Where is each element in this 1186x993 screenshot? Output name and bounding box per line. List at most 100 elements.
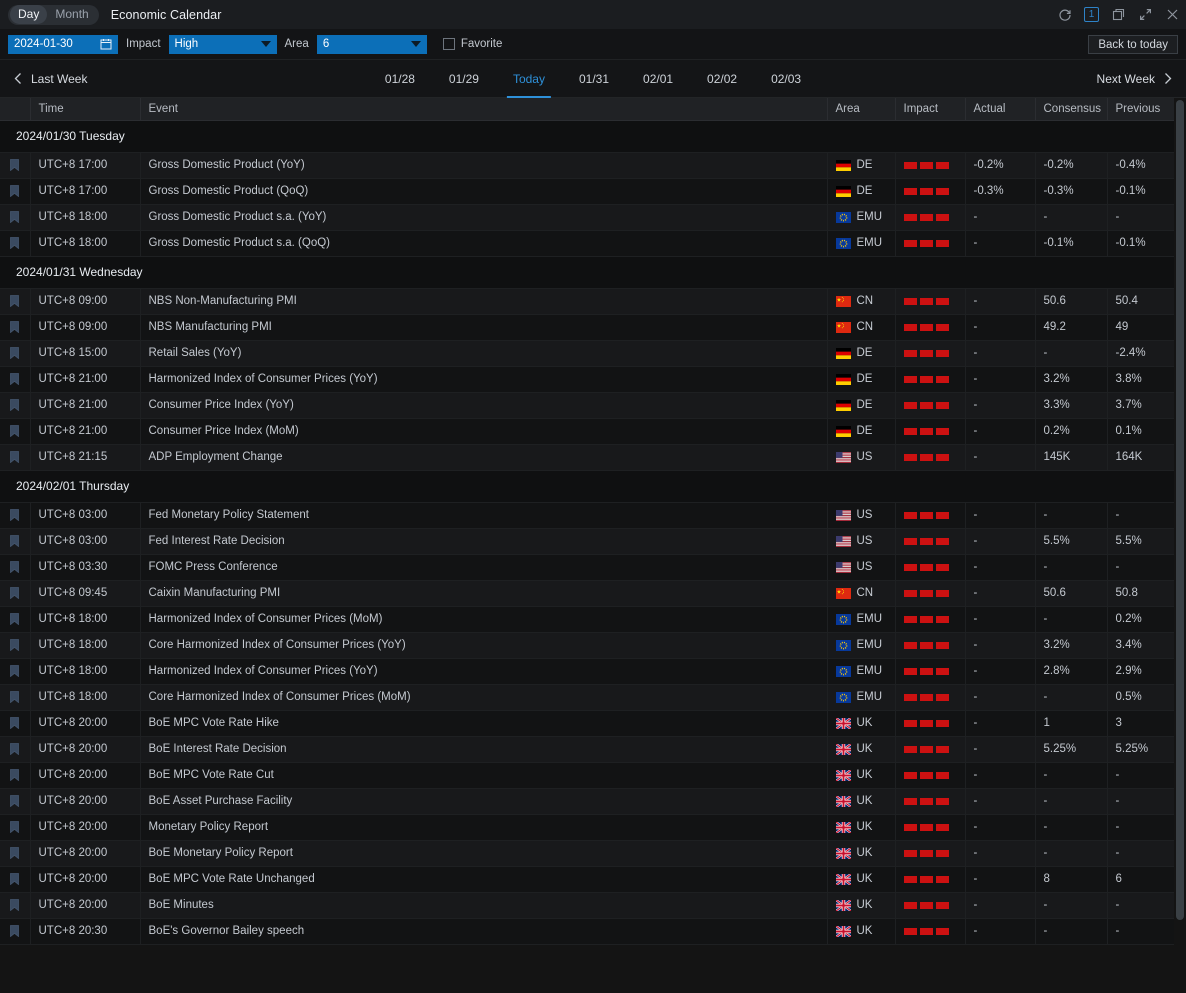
bookmark-icon[interactable] (8, 691, 22, 703)
bookmark-cell[interactable] (0, 580, 31, 607)
bookmark-icon[interactable] (8, 769, 22, 781)
table-row[interactable]: UTC+8 09:45 Caixin Manufacturing PMI CN -50… (0, 580, 1175, 607)
table-row[interactable]: UTC+8 18:00 Gross Domestic Product s.a. (… (0, 204, 1175, 231)
bookmark-cell[interactable] (0, 762, 31, 789)
table-row[interactable]: UTC+8 20:00 BoE MPC Vote Rate Cut UK - - - (0, 762, 1175, 789)
restore-window-icon[interactable] (1111, 7, 1126, 22)
bookmark-icon[interactable] (8, 347, 22, 359)
area-filter-select[interactable]: 6 (316, 34, 427, 54)
table-row[interactable]: UTC+8 20:00 BoE Interest Rate Decision UK -… (0, 736, 1175, 763)
bookmark-cell[interactable] (0, 918, 31, 945)
bookmark-icon[interactable] (8, 613, 22, 625)
favorite-checkbox[interactable] (442, 38, 455, 50)
date-picker[interactable]: 2024-01-30 (8, 34, 118, 54)
view-mode-month[interactable]: Month (47, 5, 96, 24)
bookmark-cell[interactable] (0, 814, 31, 841)
bookmark-cell[interactable] (0, 554, 31, 581)
table-row[interactable]: UTC+8 18:00 Gross Domestic Product s.a. (… (0, 230, 1175, 257)
bookmark-icon[interactable] (8, 639, 22, 651)
table-row[interactable]: UTC+8 20:00 BoE MPC Vote Rate Unchanged UK… (0, 866, 1175, 893)
bookmark-icon[interactable] (8, 373, 22, 385)
bookmark-cell[interactable] (0, 314, 31, 341)
table-row[interactable]: UTC+8 18:00 Core Harmonized Index of Cons… (0, 684, 1175, 711)
bookmark-cell[interactable] (0, 840, 31, 867)
table-row[interactable]: UTC+8 03:00 Fed Monetary Policy Statement… (0, 502, 1175, 529)
bookmark-icon[interactable] (8, 237, 22, 249)
table-row[interactable]: UTC+8 20:00 Monetary Policy Report UK - - - (0, 814, 1175, 841)
close-icon[interactable] (1165, 7, 1180, 22)
bookmark-icon[interactable] (8, 899, 22, 911)
bookmark-icon[interactable] (8, 295, 22, 307)
table-row[interactable]: UTC+8 20:00 BoE Asset Purchase Facility UK… (0, 788, 1175, 815)
bookmark-icon[interactable] (8, 821, 22, 833)
bookmark-icon[interactable] (8, 717, 22, 729)
back-to-today-button[interactable]: Back to today (1088, 35, 1178, 54)
bookmark-icon[interactable] (8, 425, 22, 437)
bookmark-cell[interactable] (0, 178, 31, 205)
bookmark-icon[interactable] (8, 795, 22, 807)
refresh-icon[interactable] (1057, 7, 1072, 22)
bookmark-icon[interactable] (8, 587, 22, 599)
bookmark-cell[interactable] (0, 736, 31, 763)
bookmark-cell[interactable] (0, 606, 31, 633)
table-row[interactable]: UTC+8 09:00 NBS Manufacturing PMI CN -49.2 4… (0, 314, 1175, 341)
bookmark-icon[interactable] (8, 925, 22, 937)
table-row[interactable]: UTC+8 21:00 Harmonized Index of Consumer … (0, 366, 1175, 393)
bookmark-icon[interactable] (8, 211, 22, 223)
table-row[interactable]: UTC+8 21:00 Consumer Price Index (MoM) DE -… (0, 418, 1175, 445)
table-row[interactable]: UTC+8 18:00 Harmonized Index of Consumer … (0, 658, 1175, 685)
bookmark-cell[interactable] (0, 684, 31, 711)
bookmark-icon[interactable] (8, 185, 22, 197)
table-row[interactable]: UTC+8 21:15 ADP Employment Change US -145K 1… (0, 444, 1175, 471)
bookmark-cell[interactable] (0, 892, 31, 919)
table-row[interactable]: UTC+8 15:00 Retail Sales (YoY) DE - - -2.4% (0, 340, 1175, 367)
table-row[interactable]: UTC+8 17:00 Gross Domestic Product (YoY) D… (0, 152, 1175, 179)
table-row[interactable]: UTC+8 09:00 NBS Non-Manufacturing PMI CN -5… (0, 288, 1175, 315)
bookmark-icon[interactable] (8, 509, 22, 521)
bookmark-icon[interactable] (8, 847, 22, 859)
day-tab-01-28[interactable]: 01/28 (368, 60, 432, 98)
bookmark-icon[interactable] (8, 321, 22, 333)
table-row[interactable]: UTC+8 20:00 BoE Monetary Policy Report UK -… (0, 840, 1175, 867)
vertical-scrollbar[interactable] (1174, 98, 1186, 993)
day-tab-01-29[interactable]: 01/29 (432, 60, 496, 98)
next-week-button[interactable]: Next Week (1097, 72, 1173, 86)
expand-icon[interactable] (1138, 7, 1153, 22)
bookmark-cell[interactable] (0, 658, 31, 685)
table-row[interactable]: UTC+8 18:00 Core Harmonized Index of Cons… (0, 632, 1175, 659)
bookmark-cell[interactable] (0, 632, 31, 659)
table-row[interactable]: UTC+8 20:00 BoE Minutes UK - - - (0, 892, 1175, 919)
day-tab-02-03[interactable]: 02/03 (754, 60, 818, 98)
window-count-badge[interactable]: 1 (1084, 7, 1099, 22)
bookmark-icon[interactable] (8, 873, 22, 885)
bookmark-icon[interactable] (8, 535, 22, 547)
scrollbar-thumb[interactable] (1176, 100, 1184, 920)
view-mode-day[interactable]: Day (10, 5, 48, 24)
bookmark-icon[interactable] (8, 451, 22, 463)
table-row[interactable]: UTC+8 20:30 BoE's Governor Bailey speech U… (0, 918, 1175, 945)
bookmark-icon[interactable] (8, 665, 22, 677)
bookmark-icon[interactable] (8, 743, 22, 755)
table-row[interactable]: UTC+8 03:00 Fed Interest Rate Decision US -… (0, 528, 1175, 555)
table-row[interactable]: UTC+8 03:30 FOMC Press Conference US - - - (0, 554, 1175, 581)
bookmark-cell[interactable] (0, 340, 31, 367)
bookmark-icon[interactable] (8, 159, 22, 171)
impact-filter-select[interactable]: High (168, 34, 277, 54)
bookmark-cell[interactable] (0, 710, 31, 737)
favorite-filter[interactable]: Favorite (442, 38, 502, 50)
bookmark-cell[interactable] (0, 230, 31, 257)
day-tab-today[interactable]: Today (496, 60, 562, 98)
bookmark-cell[interactable] (0, 366, 31, 393)
bookmark-cell[interactable] (0, 444, 31, 471)
bookmark-cell[interactable] (0, 528, 31, 555)
table-row[interactable]: UTC+8 21:00 Consumer Price Index (YoY) DE -… (0, 392, 1175, 419)
day-tab-01-31[interactable]: 01/31 (562, 60, 626, 98)
bookmark-cell[interactable] (0, 502, 31, 529)
bookmark-cell[interactable] (0, 204, 31, 231)
bookmark-cell[interactable] (0, 392, 31, 419)
bookmark-icon[interactable] (8, 561, 22, 573)
bookmark-cell[interactable] (0, 152, 31, 179)
table-row[interactable]: UTC+8 20:00 BoE MPC Vote Rate Hike UK -1 3 (0, 710, 1175, 737)
bookmark-cell[interactable] (0, 288, 31, 315)
day-tab-02-02[interactable]: 02/02 (690, 60, 754, 98)
